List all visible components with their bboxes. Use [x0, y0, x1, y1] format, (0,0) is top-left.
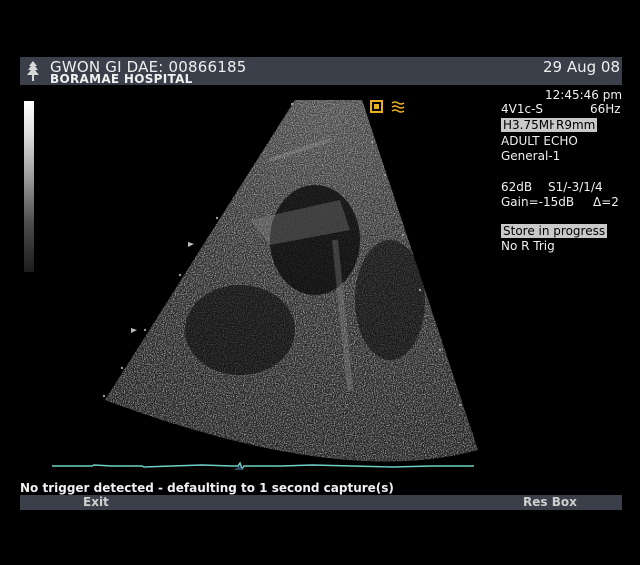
application-label: ADULT ECHO: [501, 134, 578, 148]
exit-button[interactable]: Exit: [83, 495, 109, 509]
frequency-row: H3.75MHz R9mm: [501, 118, 598, 132]
focus-marker-icon-2: [131, 328, 137, 333]
exam-date: 29 Aug 08: [543, 58, 620, 76]
depth-value: R9mm: [554, 118, 598, 132]
hospital-name: BORAMAE HOSPITAL: [50, 72, 193, 86]
gain-value: Gain=-15dB: [501, 195, 575, 209]
status-message: No trigger detected - defaulting to 1 se…: [20, 481, 394, 495]
frame-rate: 66Hz: [590, 102, 621, 116]
dynamic-range-row: 62dB S1/-3/1/4: [501, 180, 603, 194]
footer-bar: Exit Res Box: [20, 495, 622, 510]
gain-row: Gain=-15dB Δ=2: [501, 195, 619, 209]
store-status-row: Store in progress: [501, 224, 608, 238]
ultrasound-sector: [105, 100, 478, 462]
probe-name: 4V1c-S: [501, 102, 544, 116]
exam-time: 12:45:46 pm: [545, 88, 623, 102]
ecg-trace: [52, 461, 474, 471]
header-bar: GWON GI DAE: 00866185 BORAMAE HOSPITAL 2…: [20, 57, 622, 86]
probe-row: 4V1c-S 66Hz: [501, 102, 621, 116]
preset-label: General-1: [501, 149, 561, 163]
store-status: Store in progress: [501, 224, 608, 238]
trigger-status: No R Trig: [501, 239, 555, 253]
tree-logo-icon: [27, 61, 39, 81]
settings-value: S1/-3/1/4: [548, 180, 603, 194]
ultrasound-image: [102, 100, 478, 462]
delta-value: Δ=2: [593, 195, 619, 209]
dynamic-range-value: 62dB: [501, 180, 533, 194]
res-box-button[interactable]: Res Box: [523, 495, 577, 509]
grayscale-map-bar: [24, 101, 34, 272]
focus-marker-icon: [188, 242, 194, 247]
